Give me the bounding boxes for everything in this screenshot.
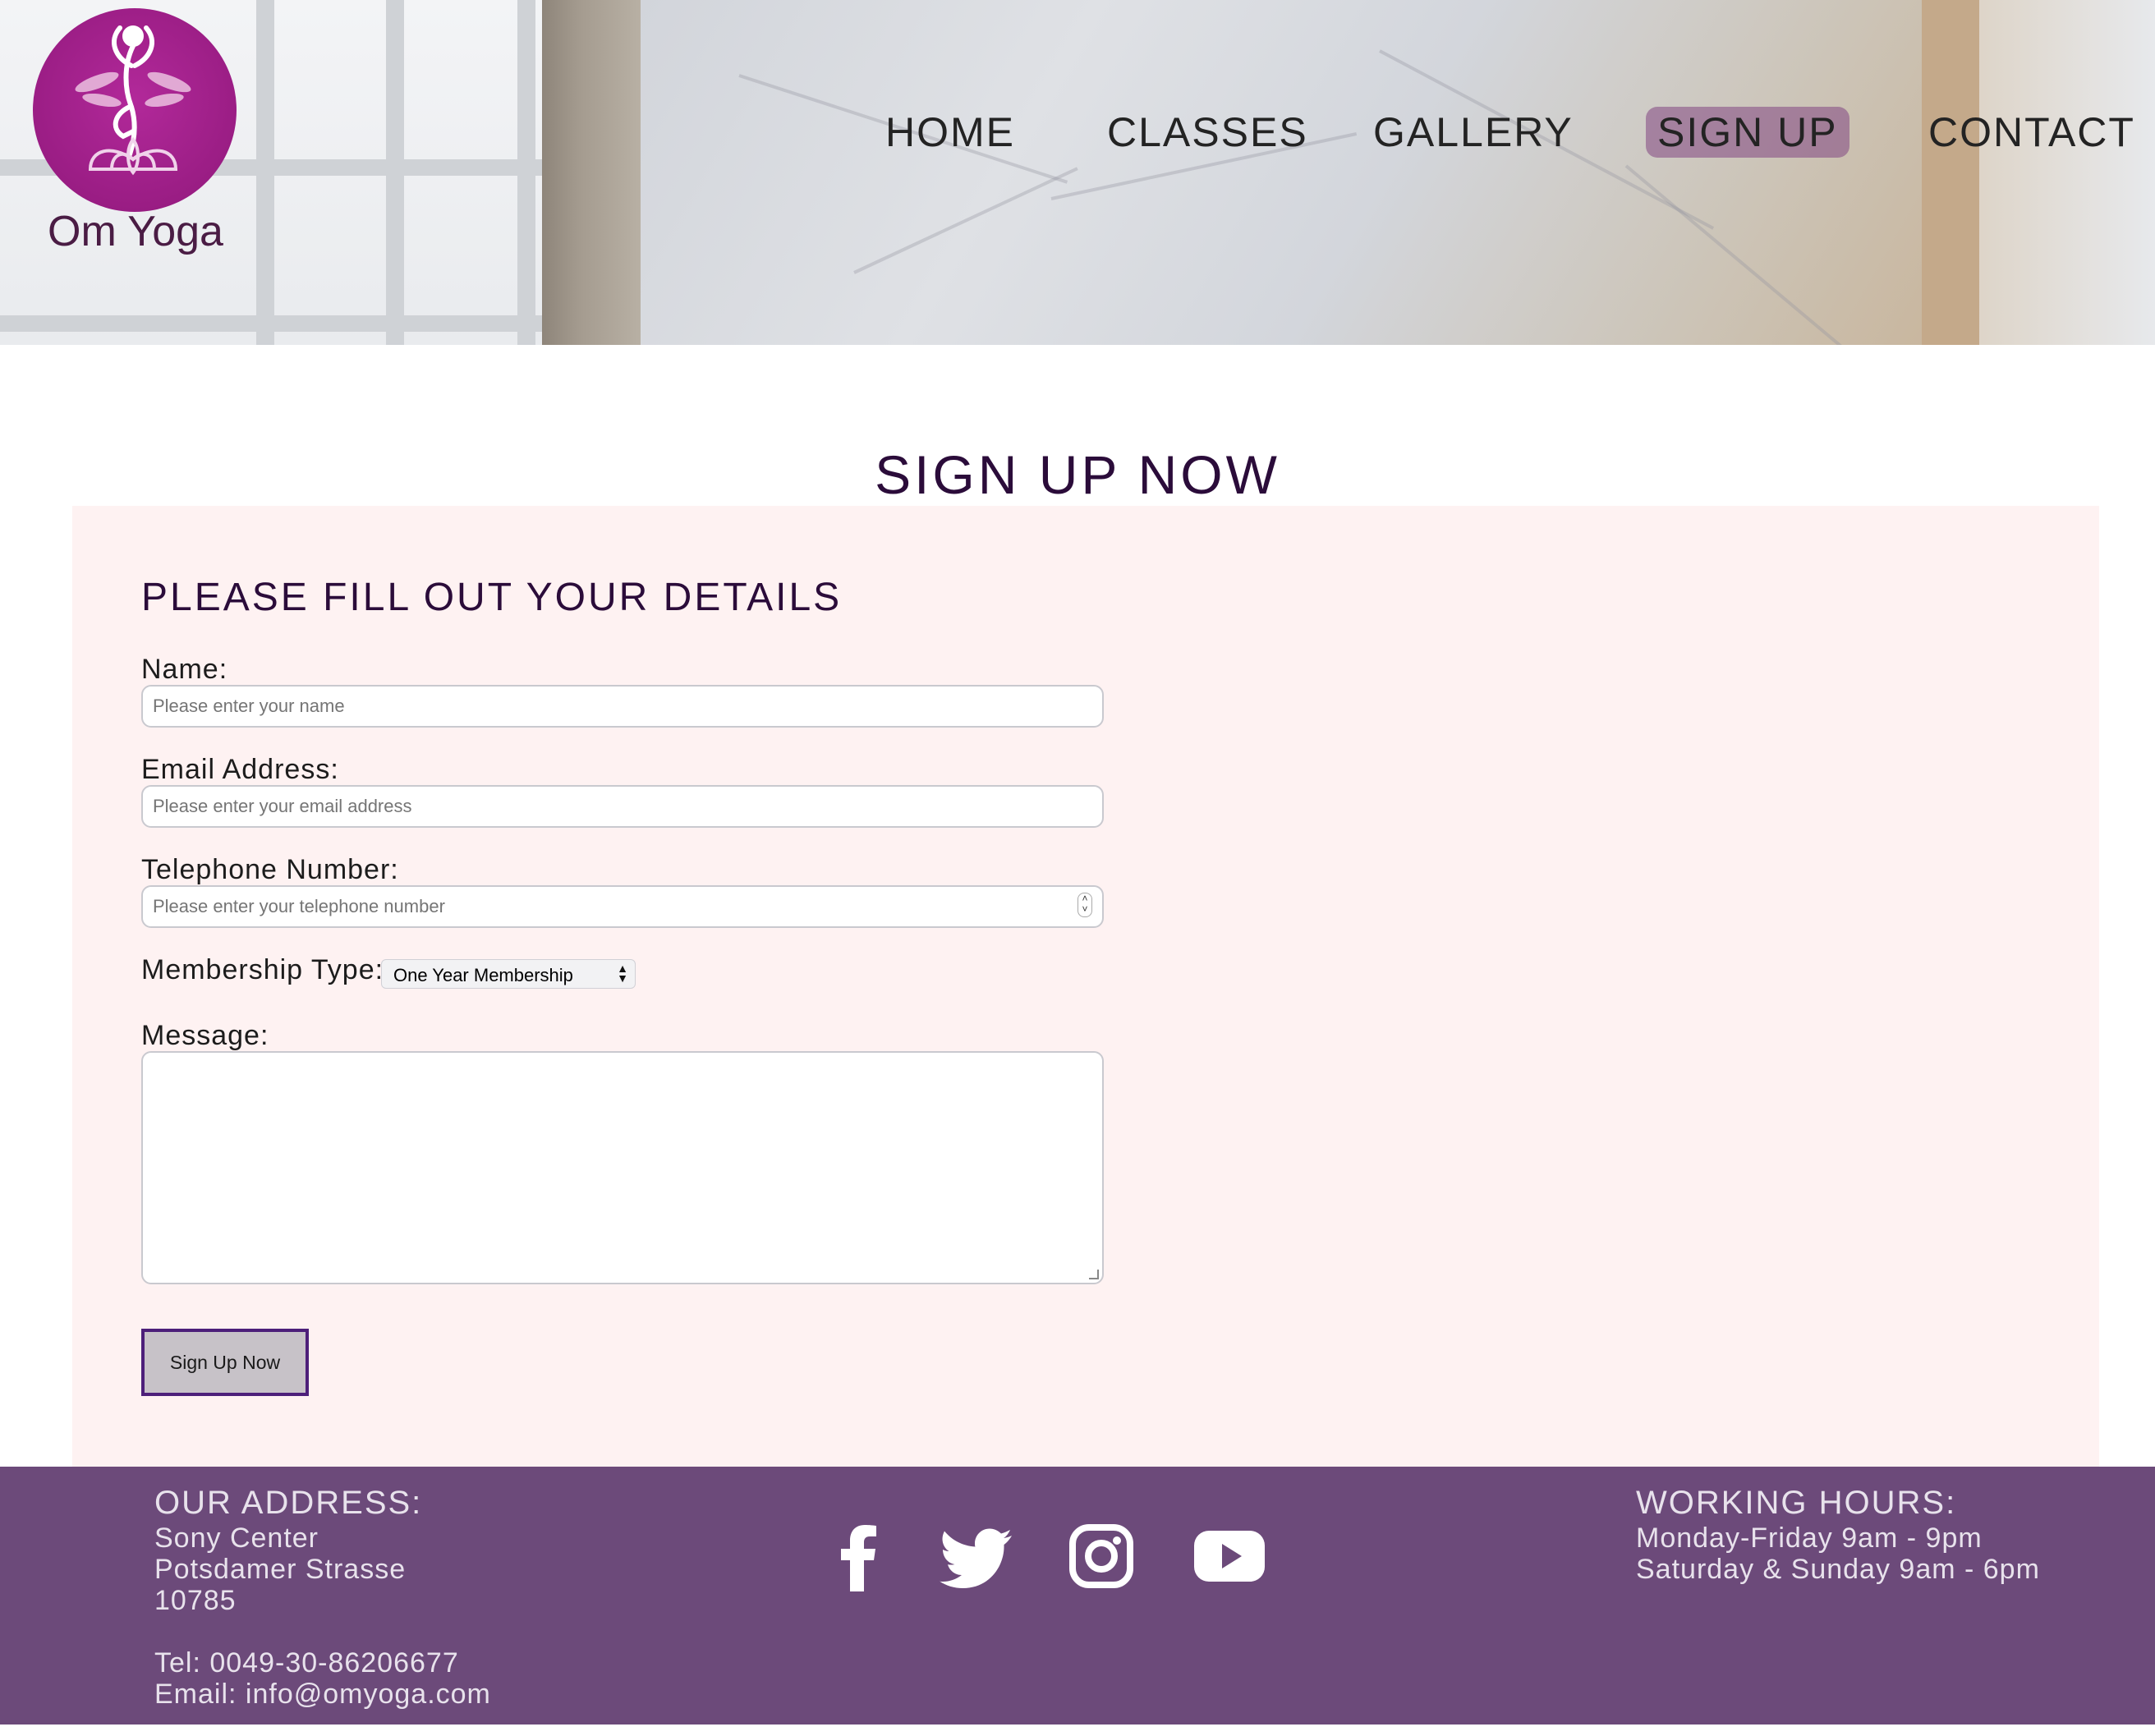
membership-select[interactable]: One Year Membership ▲ ▼ <box>381 959 636 989</box>
marble-wall <box>641 0 1974 345</box>
nav-sign-up[interactable]: SIGN UP <box>1646 107 1849 158</box>
email-input[interactable] <box>141 785 1104 828</box>
instagram-icon[interactable] <box>1064 1521 1138 1591</box>
email-label: Email Address: <box>141 754 339 785</box>
hours-line: Saturday & Sunday 9am - 6pm <box>1636 1554 2040 1585</box>
header-banner <box>0 0 2155 345</box>
nav-contact[interactable]: CONTACT <box>1917 107 2147 158</box>
hours-line: Monday-Friday 9am - 9pm <box>1636 1522 1983 1554</box>
sign-up-now-button[interactable]: Sign Up Now <box>141 1329 309 1396</box>
nav-home[interactable]: HOME <box>874 107 1027 158</box>
form-heading: PLEASE FILL OUT YOUR DETAILS <box>141 576 843 619</box>
address-line: 10785 <box>154 1585 237 1616</box>
signup-form-panel <box>72 506 2099 1467</box>
message-textarea[interactable] <box>141 1051 1104 1284</box>
concrete-column <box>542 0 641 345</box>
address-heading: OUR ADDRESS: <box>154 1485 423 1521</box>
working-hours-heading: WORKING HOURS: <box>1636 1485 1957 1521</box>
membership-selected-value: One Year Membership <box>393 965 573 985</box>
telephone-input[interactable] <box>141 885 1104 928</box>
youtube-icon[interactable] <box>1192 1521 1266 1591</box>
name-input[interactable] <box>141 685 1104 728</box>
nav-classes[interactable]: CLASSES <box>1096 107 1320 158</box>
telephone-text: Tel: 0049-30-86206677 <box>154 1647 459 1679</box>
page-title: SIGN UP NOW <box>875 444 1280 505</box>
address-line: Potsdamer Strasse <box>154 1554 407 1585</box>
twitter-icon[interactable] <box>938 1521 1012 1591</box>
select-arrows-icon: ▲ ▼ <box>617 962 628 985</box>
email-link[interactable]: Email: info@omyoga.com <box>154 1679 491 1711</box>
address-line: Sony Center <box>154 1522 319 1554</box>
logo-wordmark[interactable]: Om Yoga <box>33 207 238 256</box>
yoga-lotus-icon <box>75 25 191 176</box>
wall-pillar <box>1922 0 1979 345</box>
number-spinner[interactable]: ˄ ˅ <box>1078 893 1092 917</box>
logo[interactable] <box>33 8 237 212</box>
telephone-field: ˄˅ <box>141 885 1104 928</box>
resize-handle-icon[interactable] <box>1089 1270 1099 1279</box>
telephone-label: Telephone Number: <box>141 854 399 885</box>
name-label: Name: <box>141 654 228 685</box>
message-label: Message: <box>141 1020 269 1051</box>
membership-label: Membership Type: <box>141 954 384 985</box>
nav-gallery[interactable]: GALLERY <box>1362 107 1585 158</box>
facebook-icon[interactable] <box>821 1521 895 1591</box>
